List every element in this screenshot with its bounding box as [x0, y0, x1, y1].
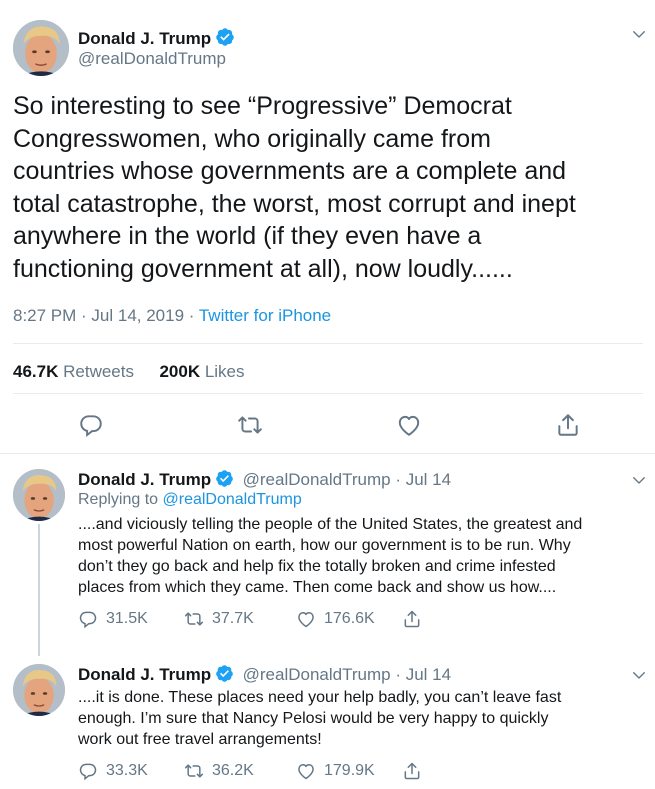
share-icon [402, 609, 422, 629]
share-icon[interactable] [555, 412, 581, 438]
tweet-meta: 8:27 PM · Jul 14, 2019 · Twitter for iPh… [13, 306, 331, 326]
author-name-text: Donald J. Trump [78, 29, 212, 48]
retweet-action[interactable]: 37.7K [184, 609, 254, 629]
reply-icon[interactable] [78, 412, 104, 438]
chevron-down-icon[interactable] [630, 25, 648, 43]
avatar[interactable] [13, 20, 69, 76]
divider [13, 393, 643, 394]
author-name[interactable]: Donald J. Trump [78, 470, 211, 489]
retweets-stat[interactable]: 46.7K Retweets [13, 362, 134, 381]
reply-header: Donald J. Trump @realDonaldTrump · Jul 1… [78, 664, 451, 685]
likes-label: Likes [204, 362, 245, 381]
share-action[interactable] [402, 609, 422, 629]
replying-to-link[interactable]: @realDonaldTrump [163, 491, 302, 508]
tweet-time[interactable]: 8:27 PM · Jul 14, 2019 · [13, 306, 199, 325]
reply-count: 33.3K [106, 762, 148, 779]
author-handle-date[interactable]: @realDonaldTrump · Jul 14 [243, 665, 451, 684]
retweets-label: Retweets [63, 362, 134, 381]
reply-action[interactable]: 33.3K [78, 761, 148, 781]
chevron-down-icon[interactable] [630, 666, 648, 684]
reply-action[interactable]: 31.5K [78, 609, 148, 629]
replying-to: Replying to @realDonaldTrump [78, 491, 302, 509]
like-count: 179.9K [324, 762, 375, 779]
retweet-icon [184, 761, 204, 781]
reply-header: Donald J. Trump @realDonaldTrump · Jul 1… [78, 469, 451, 490]
tweet-text: So interesting to see “Progressive” Demo… [13, 92, 576, 283]
like-icon [296, 761, 316, 781]
reply-text: ....and viciously telling the people of … [78, 516, 583, 596]
retweet-action[interactable]: 36.2K [184, 761, 254, 781]
author-name[interactable]: Donald J. Trump [78, 665, 211, 684]
likes-stat[interactable]: 200K Likes [159, 362, 244, 381]
reply-text: ....it is done. These places need your h… [78, 689, 562, 748]
like-icon [296, 609, 316, 629]
divider [0, 453, 655, 454]
avatar[interactable] [13, 664, 65, 716]
retweet-count: 36.2K [212, 762, 254, 779]
tweet-source-link[interactable]: Twitter for iPhone [199, 306, 331, 325]
share-icon [402, 761, 422, 781]
retweet-icon [184, 609, 204, 629]
retweet-count: 37.7K [212, 610, 254, 627]
reply-icon [78, 761, 98, 781]
retweet-icon[interactable] [237, 412, 263, 438]
like-icon[interactable] [396, 412, 422, 438]
retweets-count: 46.7K [13, 362, 59, 381]
like-count: 176.6K [324, 610, 375, 627]
verified-badge-icon [215, 469, 234, 488]
reply-count: 31.5K [106, 610, 148, 627]
share-action[interactable] [402, 761, 422, 781]
author-name[interactable]: Donald J. Trump [78, 27, 235, 49]
likes-count: 200K [159, 362, 201, 381]
like-action[interactable]: 179.9K [296, 761, 375, 781]
thread-line [38, 524, 40, 656]
author-handle-date[interactable]: @realDonaldTrump · Jul 14 [243, 470, 451, 489]
reply-icon [78, 609, 98, 629]
divider [13, 343, 643, 344]
verified-badge-icon [215, 664, 234, 683]
avatar[interactable] [13, 469, 65, 521]
author-handle[interactable]: @realDonaldTrump [78, 49, 226, 69]
replying-to-label: Replying to [78, 491, 163, 508]
chevron-down-icon[interactable] [630, 471, 648, 489]
verified-badge-icon [215, 27, 235, 47]
like-action[interactable]: 176.6K [296, 609, 375, 629]
tweet-stats: 46.7K Retweets 200K Likes [13, 362, 245, 382]
